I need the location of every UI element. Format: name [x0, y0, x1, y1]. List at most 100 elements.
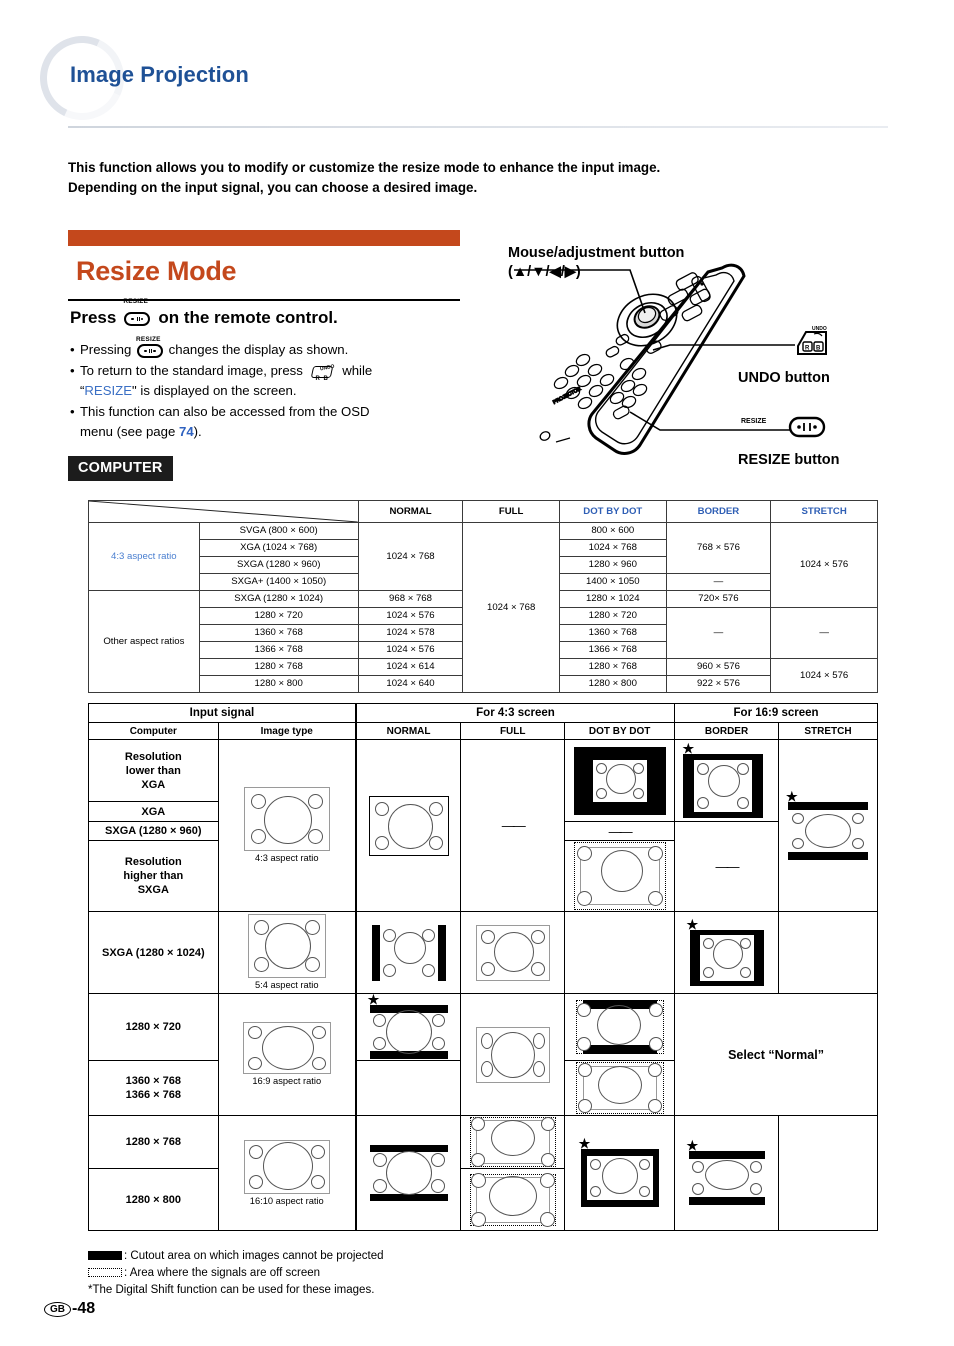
spec-res-cell: XGA (1024 × 768)	[198, 539, 359, 557]
spec-res-cell: SXGA (1280 × 960)	[198, 556, 359, 574]
diagram-select-normal-note: Select “Normal”	[674, 993, 878, 1116]
diagram-col-image-type: Image type	[217, 722, 357, 740]
diagram-signal-1280-800: 1280 × 800	[88, 1168, 219, 1231]
spec-normal-cell: 1024 × 614	[357, 658, 464, 676]
footnote-digital-shift: *The Digital Shift function can be used …	[88, 1284, 375, 1296]
footnotes: : Cutout area on which images cannot be …	[88, 1248, 384, 1299]
star-marker: ★	[578, 1136, 591, 1151]
bullet-1-pre: Pressing	[80, 342, 132, 357]
table-row: Resolution lower than XGA 4:3 aspect ratio	[88, 739, 878, 912]
diagram-col-border: BORDER	[674, 722, 779, 740]
diagram-col-normal: NORMAL	[354, 722, 462, 740]
spec-table-header-row: NORMAL FULL DOT BY DOT BORDER STRETCH	[88, 500, 878, 523]
table-row: SXGA (1280 × 1024) 5:4 aspect ratio ★	[88, 911, 878, 994]
diagram-border-16-10: ★	[564, 1115, 676, 1231]
resize-key-caption: RESIZE	[123, 298, 149, 305]
diagram-signal-sxga-1280-960: SXGA (1280 × 960)	[88, 821, 219, 841]
diagram-dot-1360-1366	[564, 1060, 676, 1116]
press-instruction: Press RESIZE on the remote control.	[70, 298, 470, 328]
spec-group-4-3-label: 4:3 aspect ratio	[88, 522, 200, 591]
diagram-full-sxga1024	[460, 911, 566, 994]
diagram-normal-16-10	[354, 1115, 462, 1231]
svg-text:UNDO: UNDO	[812, 326, 827, 332]
dash-marker	[716, 859, 738, 874]
spec-col-full: FULL	[462, 500, 560, 523]
table-row: 1280 × 768 16:10 aspect ratio ★ ★	[88, 1115, 878, 1231]
resize-diagram-table: Input signal For 4:3 screen For 16:9 scr…	[87, 703, 878, 1231]
star-marker: ★	[786, 788, 798, 804]
spec-corner-cell	[88, 500, 359, 523]
spec-stretch-43: 1024 × 576	[770, 522, 878, 608]
spec-group-43-prefix: 4:3	[111, 550, 125, 562]
diagram-dot-1280-800	[460, 1168, 566, 1231]
spec-stretch-cell: 1024 × 576	[770, 658, 878, 693]
black-swatch-icon	[88, 1251, 122, 1261]
page-title: Image Projection	[70, 62, 249, 87]
diagram-signal-1280-720: 1280 × 720	[88, 993, 219, 1061]
footnote-offscreen-text: : Area where the signals are off screen	[124, 1267, 321, 1279]
spec-res-cell: 1366 × 768	[198, 641, 359, 659]
spec-res-cell: 1280 × 800	[198, 675, 359, 693]
dotted-swatch-icon	[88, 1268, 122, 1278]
diagram-group-input-signal: Input signal	[87, 703, 357, 723]
diagram-image-type-5-4: 5:4 aspect ratio	[217, 911, 357, 994]
spec-border-cell: 720× 576	[665, 590, 772, 608]
aspect-4-3-diagram: 4:3 aspect ratio	[243, 787, 330, 863]
spec-border-43: 768 × 576	[665, 522, 772, 574]
spec-res-cell: 1280 × 768	[198, 658, 359, 676]
diagram-signal-sxga-1280-1024: SXGA (1280 × 1024)	[88, 911, 219, 994]
spec-dot-cell: 1366 × 768	[558, 641, 667, 659]
bullet-1: Pressing RESIZE changes the display as s…	[70, 336, 480, 361]
bullet-1-post: changes the display as shown.	[168, 342, 349, 357]
aspect-5-4-caption: 5:4 aspect ratio	[254, 980, 319, 990]
page-reference-link[interactable]: 74	[179, 424, 194, 439]
bullet-2-quote: RESIZE	[84, 383, 133, 398]
diagram-border-sxga960	[674, 821, 779, 912]
spec-normal-cell: 1024 × 576	[357, 641, 464, 659]
bullet-2-mid: while	[342, 362, 373, 378]
spec-dot-cell: 1360 × 768	[558, 624, 667, 642]
page-footer: GB -48	[44, 1300, 95, 1318]
spec-normal-cell: 1024 × 576	[357, 607, 464, 625]
aspect-16-9-diagram: 16:9 aspect ratio	[242, 1022, 331, 1086]
diagram-normal-1360-1366-blank	[354, 1060, 462, 1116]
spec-dot-cell: 1400 × 1050	[558, 573, 667, 591]
spec-dot-cell: 1280 × 960	[558, 556, 667, 574]
spec-normal-43: 1024 × 768	[357, 522, 464, 591]
diagram-normal-sxga1024	[354, 911, 462, 994]
diagram-image-type-4-3: 4:3 aspect ratio	[217, 739, 357, 912]
press-suffix-label: on the remote control.	[158, 308, 338, 327]
diagram-dot-sxga960	[564, 821, 676, 841]
aspect-16-9-caption: 16:9 aspect ratio	[252, 1076, 322, 1086]
spec-stretch-dash: —	[770, 607, 878, 659]
diagram-dot-sxga1024-blank	[564, 911, 676, 994]
spec-dot-cell: 800 × 600	[558, 522, 667, 540]
diagram-stretch-sxga1024-blank	[778, 911, 878, 994]
dash-marker	[609, 824, 631, 839]
aspect-4-3-caption: 4:3 aspect ratio	[254, 853, 319, 863]
bullet-2-post: " is displayed on the screen.	[132, 383, 297, 398]
spec-res-cell: SXGA+ (1400 × 1050)	[198, 573, 359, 591]
spec-dot-cell: 1280 × 768	[558, 658, 667, 676]
spec-border-dash: —	[665, 607, 772, 659]
remote-control-illustration: PROJECTOR R B UNDO	[514, 263, 827, 455]
diagram-image-type-16-10: 16:10 aspect ratio	[217, 1115, 357, 1231]
spec-normal-cell: 1024 × 578	[357, 624, 464, 642]
spec-full-value: 1024 × 768	[462, 522, 560, 693]
region-code: GB	[44, 1301, 71, 1317]
star-marker: ★	[367, 992, 380, 1007]
spec-res-cell: 1280 × 720	[198, 607, 359, 625]
section-heading: Resize Mode	[76, 256, 237, 286]
diagram-group-for-16-9-screen: For 16:9 screen	[674, 703, 878, 723]
spec-dot-cell: 1280 × 800	[558, 675, 667, 693]
spec-border-dash: —	[665, 573, 772, 591]
spec-group-other-label: Other aspect ratios	[88, 590, 200, 693]
resize-key-glyph-inline: RESIZE	[136, 336, 163, 361]
diagram-signal-xga: XGA	[88, 801, 219, 822]
instruction-bullets: Pressing RESIZE changes the display as s…	[70, 336, 480, 443]
spec-normal-cell: 1024 × 640	[357, 675, 464, 693]
spec-border-cell: 922 × 576	[665, 675, 772, 693]
diagram-signal-1280-768: 1280 × 768	[88, 1115, 219, 1169]
aspect-16-10-caption: 16:10 aspect ratio	[249, 1195, 324, 1206]
spec-col-stretch: STRETCH	[770, 500, 878, 523]
